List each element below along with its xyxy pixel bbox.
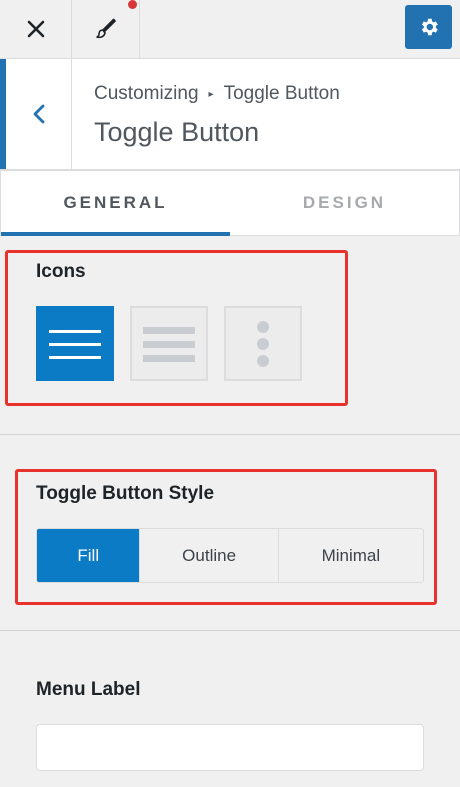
design-preview-button[interactable]: [72, 0, 140, 58]
page-title: Toggle Button: [94, 117, 260, 147]
breadcrumb-root: Customizing: [94, 83, 199, 104]
highlight-box-style: [15, 469, 437, 605]
menu-label-input[interactable]: [36, 724, 424, 771]
tab-design[interactable]: DESIGN: [230, 171, 459, 235]
brush-icon: [95, 18, 116, 39]
customizer-toolbar: [0, 0, 460, 59]
chevron-left-icon: [33, 104, 44, 124]
close-button[interactable]: [0, 0, 72, 58]
settings-button[interactable]: [405, 5, 452, 49]
menu-label-heading: Menu Label: [36, 679, 141, 700]
breadcrumb-current: Toggle Button: [223, 83, 340, 104]
tab-general[interactable]: GENERAL: [1, 171, 230, 236]
breadcrumb: Customizing ▸ Toggle Button: [94, 83, 340, 105]
highlight-box-icons: [5, 250, 348, 406]
section-header: Customizing ▸ Toggle Button Toggle Butto…: [0, 59, 460, 170]
back-button[interactable]: [0, 59, 72, 169]
notification-dot: [128, 0, 137, 9]
section-divider: [0, 434, 460, 435]
close-icon: [27, 20, 44, 38]
breadcrumb-separator: ▸: [208, 88, 214, 100]
gear-icon: [421, 18, 438, 36]
tab-bar: GENERAL DESIGN: [0, 170, 460, 236]
section-divider: [0, 630, 460, 631]
